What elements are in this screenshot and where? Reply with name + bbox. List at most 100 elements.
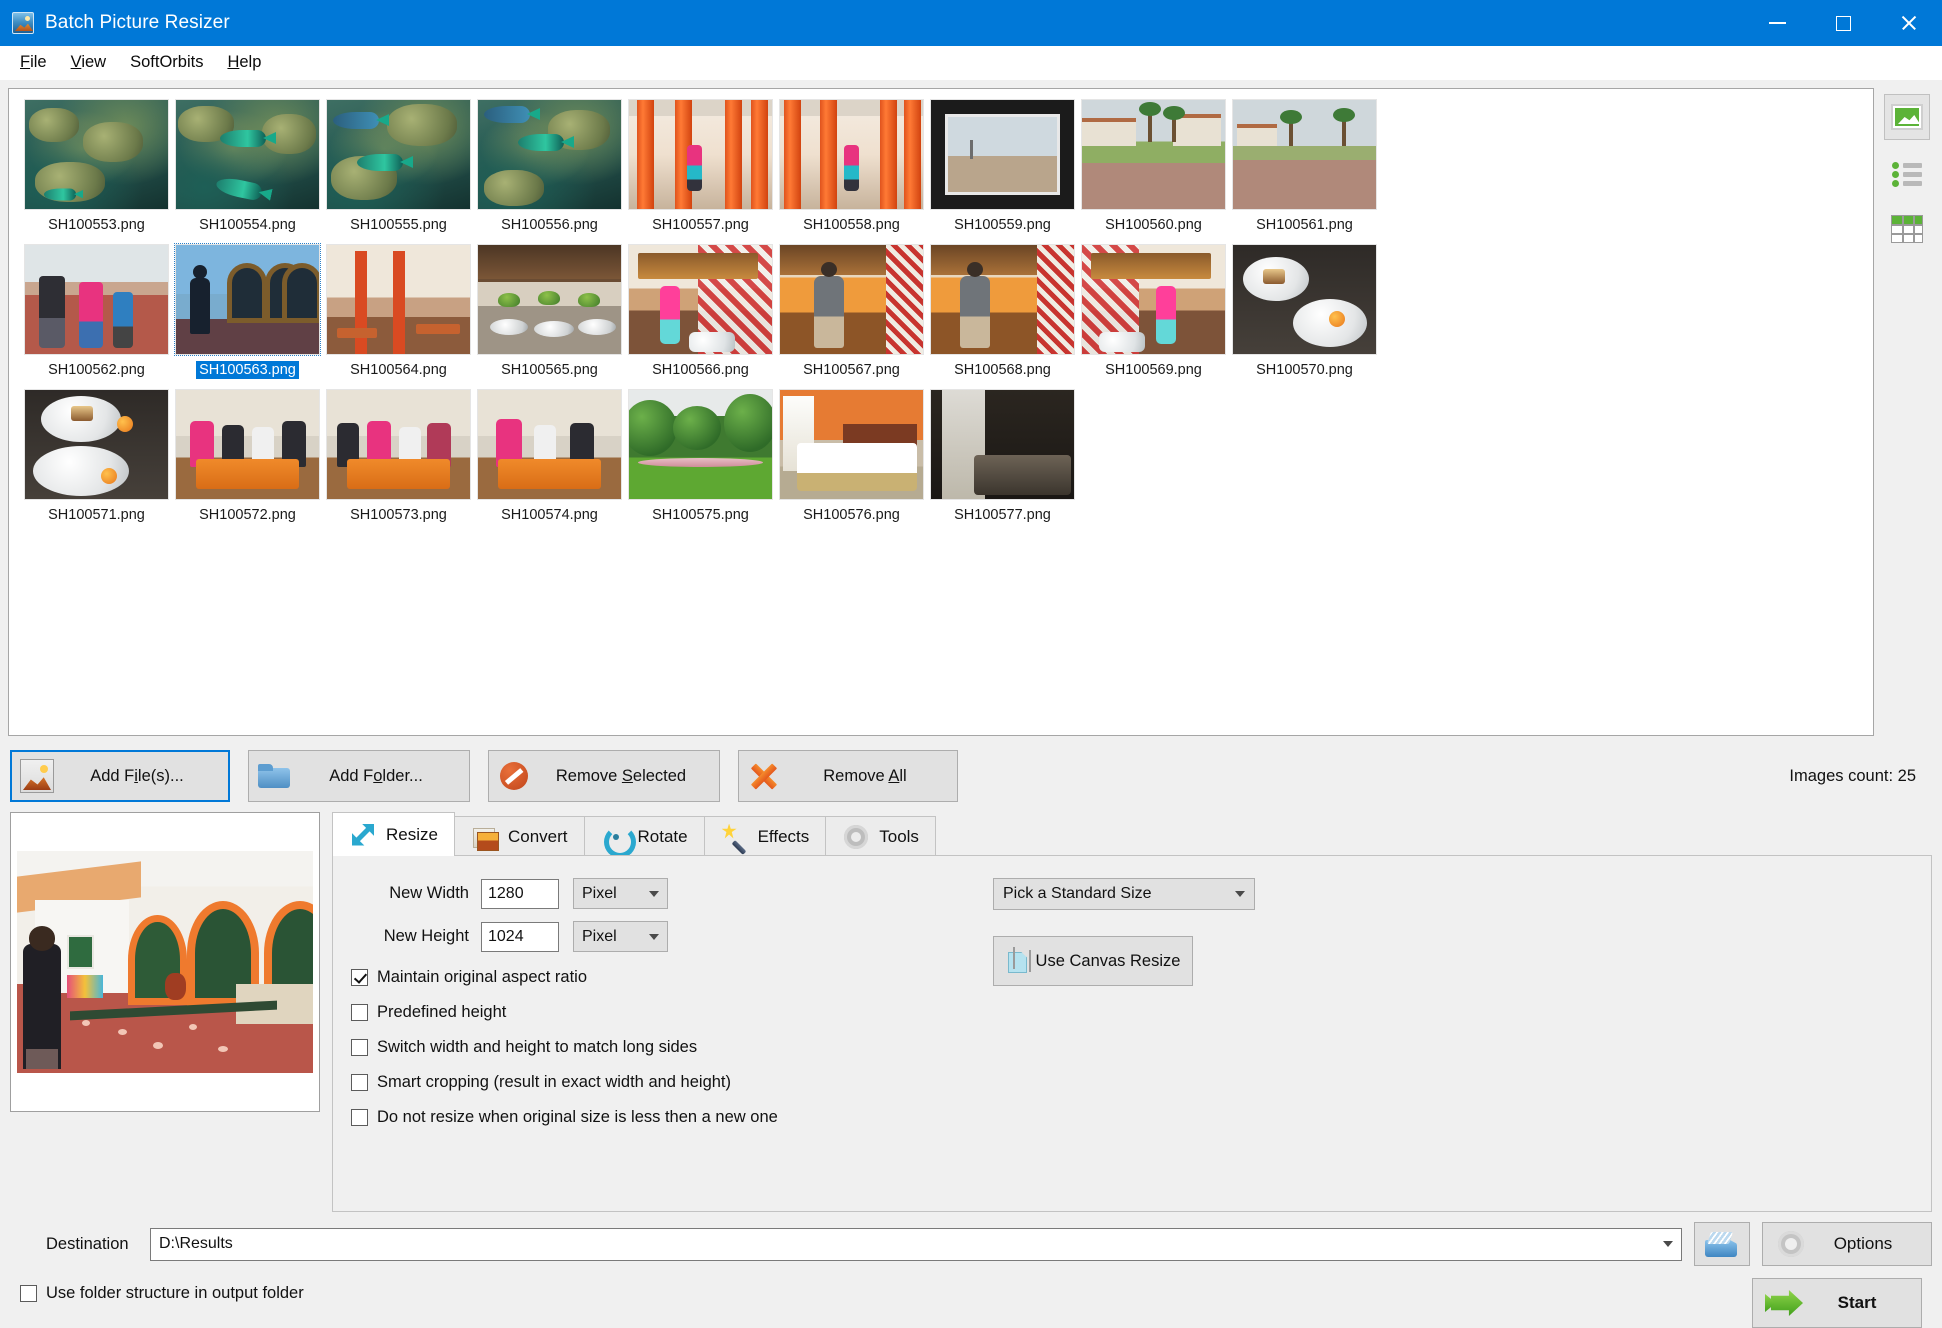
list-item[interactable]: SH100574.png — [474, 389, 625, 534]
file-list[interactable]: SH100553.png SH100554.png SH100555.png S… — [8, 88, 1874, 736]
tab-tools-label: Tools — [879, 826, 919, 846]
list-item[interactable]: SH100567.png — [776, 244, 927, 389]
tab-resize[interactable]: Resize — [332, 812, 455, 856]
list-item[interactable]: SH100568.png — [927, 244, 1078, 389]
new-height-unit-select[interactable]: Pixel — [573, 921, 668, 952]
list-item[interactable]: SH100560.png — [1078, 99, 1229, 244]
minimize-button[interactable] — [1744, 0, 1810, 46]
list-item[interactable]: SH100553.png — [21, 99, 172, 244]
close-button[interactable] — [1876, 0, 1942, 46]
use-canvas-resize-button[interactable]: Use Canvas Resize — [993, 936, 1193, 986]
new-width-unit-select[interactable]: Pixel — [573, 878, 668, 909]
file-list-zone: SH100553.png SH100554.png SH100555.png S… — [0, 80, 1942, 736]
thumbnail-image — [930, 99, 1075, 210]
do-not-resize-row[interactable]: Do not resize when original size is less… — [351, 1108, 1913, 1127]
smart-cropping-row[interactable]: Smart cropping (result in exact width an… — [351, 1073, 1913, 1092]
list-item[interactable]: SH100557.png — [625, 99, 776, 244]
maximize-button[interactable] — [1810, 0, 1876, 46]
thumbnail-row: SH100553.png SH100554.png SH100555.png S… — [21, 99, 1873, 244]
rotate-icon — [601, 823, 636, 858]
tab-zone: Resize Convert Rotate Effects Tools New … — [332, 812, 1932, 1212]
standard-size-select[interactable]: Pick a Standard Size — [993, 878, 1255, 910]
do-not-resize-label: Do not resize when original size is less… — [377, 1108, 778, 1126]
file-name: SH100567.png — [803, 362, 900, 378]
list-item[interactable]: SH100572.png — [172, 389, 323, 534]
thumbnail-image — [628, 389, 773, 500]
use-canvas-resize-label: Use Canvas Resize — [1035, 951, 1181, 970]
remove-all-button[interactable]: Remove All — [738, 750, 958, 802]
tab-effects[interactable]: Effects — [703, 816, 827, 856]
list-item[interactable]: SH100573.png — [323, 389, 474, 534]
options-button[interactable]: Options — [1762, 1222, 1932, 1266]
list-item[interactable]: SH100565.png — [474, 244, 625, 389]
thumbnail-image — [779, 244, 924, 355]
menu-softorbits[interactable]: SoftOrbits — [118, 49, 215, 76]
new-width-input[interactable] — [481, 878, 559, 909]
list-item[interactable]: SH100575.png — [625, 389, 776, 534]
images-count: Images count: 25 — [1789, 766, 1916, 785]
file-name: SH100576.png — [803, 507, 900, 523]
file-name: SH100557.png — [652, 217, 749, 233]
start-button[interactable]: Start — [1752, 1278, 1922, 1328]
predefined-height-label: Predefined height — [377, 1003, 507, 1021]
list-item[interactable]: SH100576.png — [776, 389, 927, 534]
list-item[interactable]: SH100569.png — [1078, 244, 1229, 389]
browse-folder-button[interactable] — [1694, 1222, 1750, 1266]
details-view-button[interactable] — [1884, 206, 1930, 252]
preview-pane — [10, 812, 320, 1112]
file-name: SH100560.png — [1105, 217, 1202, 233]
menu-view[interactable]: View — [59, 49, 118, 76]
predefined-height-checkbox[interactable] — [351, 1004, 368, 1021]
new-height-input[interactable] — [481, 921, 559, 952]
use-folder-structure-checkbox[interactable] — [20, 1285, 37, 1302]
destination-value: D:\Results — [159, 1235, 233, 1252]
add-folder-button[interactable]: Add Folder... — [248, 750, 470, 802]
list-view-button[interactable] — [1884, 150, 1930, 196]
list-item[interactable]: SH100562.png — [21, 244, 172, 389]
view-mode-toolbar — [1880, 88, 1934, 736]
remove-selected-button[interactable]: Remove Selected — [488, 750, 720, 802]
list-item[interactable]: SH100558.png — [776, 99, 927, 244]
switch-width-height-checkbox[interactable] — [351, 1039, 368, 1056]
destination-row: Destination D:\Results Options — [10, 1222, 1932, 1266]
list-item[interactable]: SH100570.png — [1229, 244, 1380, 389]
add-files-button[interactable]: Add File(s)... — [10, 750, 230, 802]
thumbnail-image — [1081, 244, 1226, 355]
list-item[interactable]: SH100559.png — [927, 99, 1078, 244]
image-file-icon — [20, 759, 54, 793]
thumbnail-image — [174, 243, 321, 356]
menu-file[interactable]: FFileile — [8, 49, 59, 76]
workspace: SH100553.png SH100554.png SH100555.png S… — [0, 80, 1942, 1328]
do-not-resize-checkbox[interactable] — [351, 1109, 368, 1126]
smart-cropping-checkbox[interactable] — [351, 1074, 368, 1091]
tab-rotate[interactable]: Rotate — [583, 816, 705, 858]
standard-size-value: Pick a Standard Size — [1003, 885, 1152, 902]
list-item[interactable]: SH100564.png — [323, 244, 474, 389]
minimize-icon — [1768, 22, 1786, 24]
list-item[interactable]: SH100566.png — [625, 244, 776, 389]
predefined-height-row[interactable]: Predefined height — [351, 1003, 1913, 1022]
thumbnail-image — [1081, 99, 1226, 210]
tab-effects-label: Effects — [757, 826, 810, 846]
list-icon — [1892, 160, 1922, 187]
file-name: SH100566.png — [652, 362, 749, 378]
destination-combo[interactable]: D:\Results — [150, 1227, 1682, 1261]
maintain-aspect-ratio-checkbox[interactable] — [351, 969, 368, 986]
tab-tools[interactable]: Tools — [825, 816, 936, 856]
thumbnail-image — [930, 389, 1075, 500]
list-item[interactable]: SH100577.png — [927, 389, 1078, 534]
tab-convert[interactable]: Convert — [453, 816, 585, 856]
menu-help[interactable]: Help — [215, 49, 273, 76]
list-item[interactable]: SH100561.png — [1229, 99, 1380, 244]
thumbnail-row: SH100571.png SH100572.png SH100573.png S… — [21, 389, 1873, 534]
settings-zone: Resize Convert Rotate Effects Tools New … — [0, 802, 1942, 1212]
switch-width-height-row[interactable]: Switch width and height to match long si… — [351, 1038, 1913, 1057]
list-item[interactable]: SH100555.png — [323, 99, 474, 244]
list-item-selected[interactable]: SH100563.png — [172, 243, 323, 389]
file-name: SH100570.png — [1256, 362, 1353, 378]
list-item[interactable]: SH100571.png — [21, 389, 172, 534]
list-item[interactable]: SH100556.png — [474, 99, 625, 244]
use-folder-structure-row[interactable]: Use folder structure in output folder — [20, 1284, 304, 1303]
thumbnail-view-button[interactable] — [1884, 94, 1930, 140]
list-item[interactable]: SH100554.png — [172, 99, 323, 244]
